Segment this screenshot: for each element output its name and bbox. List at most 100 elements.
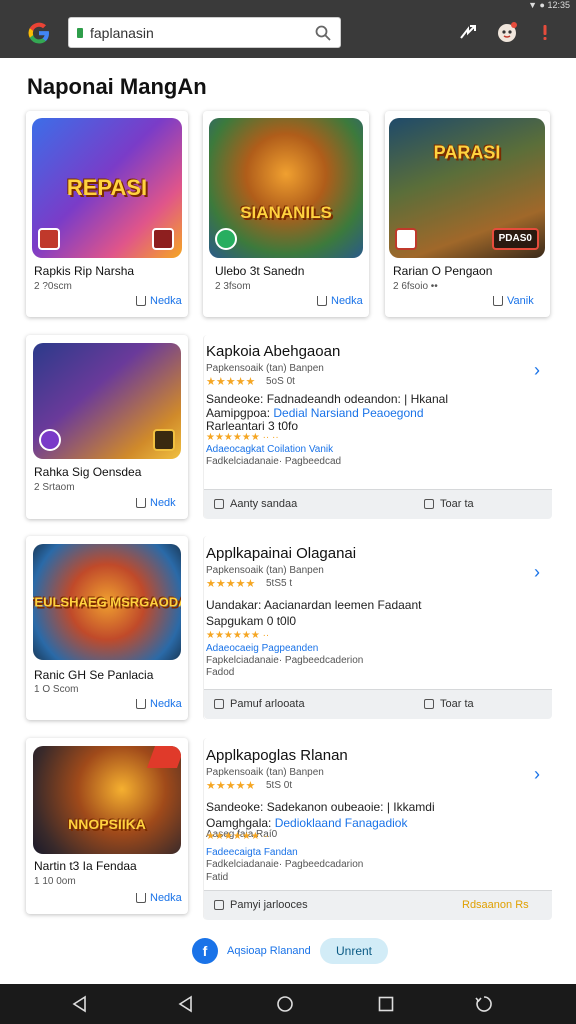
save-icon bbox=[424, 499, 434, 509]
game-name: Nartin t3 Ia Fendaa bbox=[34, 859, 137, 873]
game-size: 1 O Scom bbox=[34, 684, 79, 695]
install-icon bbox=[136, 296, 146, 306]
game-link-label: Vanik bbox=[507, 295, 534, 307]
rating-count: 5tS 0t bbox=[266, 780, 293, 791]
action-left-label: Pamyi jarlooces bbox=[230, 899, 308, 911]
game-thumbnail[interactable]: TEULSHAEG MSRGAODA bbox=[33, 544, 181, 660]
app-title[interactable]: Kapkoia Abehgaoan bbox=[206, 343, 340, 360]
list-item-thumb-card[interactable]: NNOPSIIKA Nartin t3 Ia Fendaa 1 10 0om N… bbox=[26, 738, 188, 914]
app-developer-link[interactable]: Dedioklaand Fanagadiok bbox=[275, 816, 408, 830]
action-left-button[interactable]: Pamuf arlooata bbox=[214, 698, 305, 710]
rating-count: 5oS 0t bbox=[266, 376, 295, 387]
app-description-line: Sandeoke: Sadekanon oubeaoie: | Ikkamdi bbox=[206, 800, 435, 814]
rating-stars: ★★★★★ bbox=[206, 376, 256, 388]
home-icon[interactable] bbox=[275, 994, 295, 1014]
list-item-thumb-card[interactable]: Rahka Sig Oensdea 2 Srtaom Nedk bbox=[26, 335, 188, 519]
system-nav-bar bbox=[0, 984, 576, 1024]
app-description-label: Oamghgala: bbox=[206, 816, 275, 830]
action-right-button[interactable]: Rdsaanon Rs bbox=[462, 899, 529, 911]
install-icon bbox=[136, 893, 146, 903]
game-thumbnail[interactable]: PARASI PDAS0 bbox=[389, 118, 545, 258]
app-description-line: Aamipgpoa: Dedial Narsiand Peaoegond bbox=[206, 406, 424, 420]
app-description-line: Rarleantari 3 t0fo bbox=[206, 419, 299, 433]
avatar-icon[interactable] bbox=[495, 20, 519, 44]
action-left-button[interactable]: Pamyi jarlooces bbox=[214, 899, 308, 911]
game-badge bbox=[395, 228, 417, 250]
list-item-thumb-card[interactable]: TEULSHAEG MSRGAODA Ranic GH Se Panlacia … bbox=[26, 536, 188, 720]
address-text[interactable]: faplanasin bbox=[90, 25, 314, 41]
back-alt-icon[interactable] bbox=[176, 994, 196, 1014]
action-right-button[interactable]: Toar ta bbox=[424, 698, 474, 710]
action-right-button[interactable]: Toar ta bbox=[424, 498, 474, 510]
game-card[interactable]: SIANANILS Ulebo 3t Sanedn 2 3fsom Nedka bbox=[203, 111, 369, 317]
game-card[interactable]: PARASI PDAS0 Rarian O Pengaon 2 6fsoio •… bbox=[385, 111, 550, 317]
share-label[interactable]: Aqsioap Rlanand bbox=[227, 945, 311, 957]
game-link-label: Nedka bbox=[331, 295, 363, 307]
game-thumbnail[interactable]: NNOPSIIKA bbox=[33, 746, 181, 854]
app-rating-line: Papkensoaik (tan) Banpen bbox=[206, 565, 324, 576]
game-thumbnail[interactable]: SIANANILS bbox=[209, 118, 363, 258]
game-art-title: TEULSHAEG MSRGAODA bbox=[33, 594, 181, 610]
game-badge-right bbox=[153, 429, 175, 451]
app-category-link[interactable]: Adaeocaeig Pagpeanden bbox=[206, 643, 318, 654]
game-link[interactable]: Nedka bbox=[136, 892, 182, 904]
action-left-label: Pamuf arlooata bbox=[230, 698, 305, 710]
rotate-icon[interactable] bbox=[474, 994, 494, 1014]
chevron-right-icon[interactable]: › bbox=[534, 764, 540, 785]
alert-icon[interactable] bbox=[533, 20, 557, 44]
app-category-link[interactable]: Adaeocagkat Coilation Vanik bbox=[206, 444, 333, 455]
game-badge-right: PDAS0 bbox=[491, 228, 539, 250]
game-link-label: Nedka bbox=[150, 698, 182, 710]
facebook-share-button[interactable]: f bbox=[192, 938, 218, 964]
game-badge bbox=[215, 228, 237, 250]
app-developer-link[interactable]: Dedial Narsiand Peaoegond bbox=[273, 406, 423, 420]
action-left-label: Aanty sandaa bbox=[230, 498, 298, 510]
app-title[interactable]: Applkapoglas Rlanan bbox=[206, 747, 348, 764]
app-title[interactable]: Applkapainai Olaganai bbox=[206, 545, 356, 562]
window-icon bbox=[214, 900, 224, 910]
game-link[interactable]: Nedka bbox=[136, 295, 182, 307]
action-left-button[interactable]: Aanty sandaa bbox=[214, 498, 297, 510]
game-thumbnail[interactable]: REPASI bbox=[32, 118, 182, 258]
recents-icon[interactable] bbox=[376, 994, 396, 1014]
app-description-line: Sapgukam 0 t0l0 bbox=[206, 614, 297, 628]
game-thumbnail[interactable] bbox=[33, 343, 181, 459]
chevron-right-icon[interactable]: › bbox=[534, 360, 540, 381]
game-size: 2 ?0scm bbox=[34, 281, 72, 292]
game-card[interactable]: REPASI Rapkis Rip Narsha 2 ?0scm Nedka bbox=[26, 111, 188, 317]
game-size: 1 10 0om bbox=[34, 876, 76, 887]
list-item-detail[interactable]: Applkapoglas Rlanan Papkensoaik (tan) Ba… bbox=[203, 738, 552, 920]
list-item-detail[interactable]: Kapkoia Abehgaoan Papkensoaik (tan) Banp… bbox=[203, 335, 552, 519]
app-meta: Fapkelciadanaie· Pagbeedcaderion bbox=[206, 655, 364, 666]
action-right-label: Rdsaanon Rs bbox=[462, 899, 529, 911]
app-description-line: Uandakar: Aacianardan leemen Fadaant bbox=[206, 598, 422, 612]
rating-count: 5tS5 t bbox=[266, 578, 293, 589]
chevron-right-icon[interactable]: › bbox=[534, 562, 540, 583]
install-icon bbox=[317, 296, 327, 306]
game-link[interactable]: Nedk bbox=[136, 497, 176, 509]
search-icon[interactable] bbox=[314, 24, 332, 42]
unrent-button[interactable]: Unrent bbox=[320, 938, 388, 964]
install-icon bbox=[136, 699, 146, 709]
game-link-label: Nedka bbox=[150, 892, 182, 904]
game-name: Rapkis Rip Narsha bbox=[34, 264, 135, 278]
game-link-label: Nedka bbox=[150, 295, 182, 307]
app-category-link[interactable]: Fadeecaigta Fandan bbox=[206, 847, 298, 858]
list-item-detail[interactable]: Applkapainai Olaganai Papkensoaik (tan) … bbox=[203, 536, 552, 720]
game-name: Rahka Sig Oensdea bbox=[34, 465, 142, 479]
address-bar[interactable]: faplanasin bbox=[68, 17, 341, 48]
app-description-line: Sandeoke: Fadnadeandh odeandon: | Hkanal bbox=[206, 392, 448, 406]
game-link[interactable]: Nedka bbox=[136, 698, 182, 710]
status-text: ▼ ● 12:35 bbox=[528, 0, 570, 10]
game-name: Rarian O Pengaon bbox=[393, 264, 493, 278]
app-meta: Fadkelciadanaie· Pagbeedcad bbox=[206, 456, 342, 467]
app-rating-line: Papkensoaik (tan) Banpen bbox=[206, 363, 324, 374]
game-link[interactable]: Nedka bbox=[317, 295, 363, 307]
install-icon bbox=[493, 296, 503, 306]
share-icon[interactable] bbox=[456, 20, 480, 44]
lock-icon bbox=[77, 27, 83, 38]
mini-stars: ★★★★★★ ·· bbox=[206, 831, 270, 842]
back-icon[interactable] bbox=[70, 994, 90, 1014]
google-logo-icon[interactable] bbox=[26, 20, 52, 46]
game-link[interactable]: Vanik bbox=[493, 295, 534, 307]
